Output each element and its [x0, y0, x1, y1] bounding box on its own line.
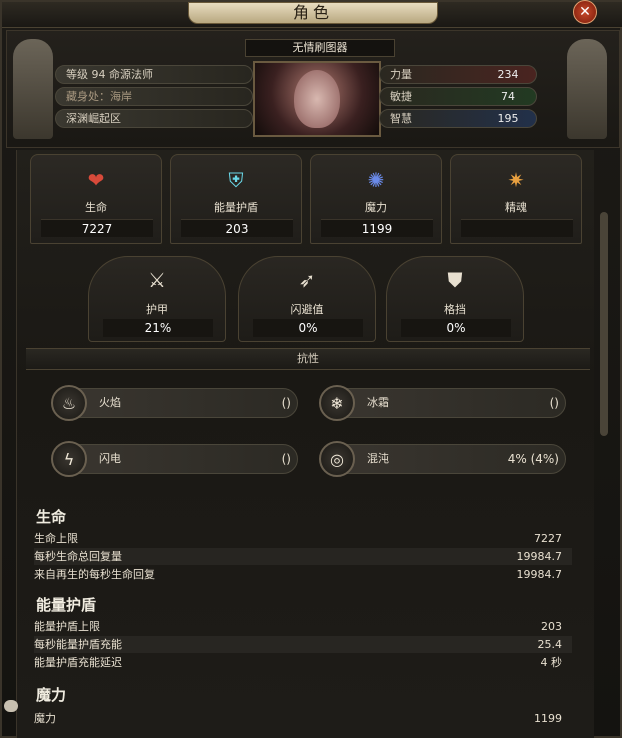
lightning-resistance-row[interactable]: ϟ 闪电 (): [51, 441, 298, 477]
detail-value: 19984.7: [516, 550, 563, 563]
detail-label: 能量护盾充能延迟: [34, 656, 122, 669]
detail-row: 能量护盾上限 203: [34, 618, 572, 635]
detail-row: 能量护盾充能延迟 4 秒: [34, 654, 572, 671]
heart-icon: ❤: [87, 168, 105, 192]
es-section-title: 能量护盾: [36, 596, 97, 614]
strength-value: 234: [497, 68, 519, 81]
detail-row: 生命上限 7227: [34, 530, 572, 547]
life-value: 7227: [41, 219, 153, 237]
block-label: 格挡: [444, 303, 466, 316]
detail-label: 魔力: [34, 712, 56, 725]
mana-card[interactable]: ✺ 魔力 1199: [310, 154, 442, 244]
character-name: 无情刷图器: [245, 39, 395, 57]
cold-resistance-label: 冰霜: [367, 396, 389, 409]
spirit-icon: ✷: [507, 168, 525, 192]
detail-value: 203: [541, 620, 562, 633]
dexterity-row: 敏捷 74: [379, 87, 537, 106]
window-title: 角色: [292, 3, 333, 22]
close-icon: ✕: [579, 4, 591, 20]
block-card[interactable]: ⛊ 格挡 0%: [386, 256, 524, 342]
chaos-icon: ◎: [319, 441, 355, 477]
energy-shield-label: 能量护盾: [214, 201, 258, 214]
evasion-label: 闪避值: [290, 303, 324, 316]
intelligence-row: 智慧 195: [379, 109, 537, 128]
mana-label: 魔力: [365, 201, 387, 214]
scrollbar[interactable]: [600, 212, 608, 436]
lightning-resistance-value: (): [281, 452, 291, 466]
mana-section-title: 魔力: [36, 686, 67, 704]
intelligence-label: 智慧: [390, 112, 412, 125]
life-card[interactable]: ❤ 生命 7227: [30, 154, 162, 244]
spirit-card[interactable]: ✷ 精魂: [450, 154, 582, 244]
fire-resistance-value: (): [281, 396, 291, 410]
shield-icon: ⛨: [228, 168, 244, 192]
detail-row: 每秒生命总回复量 19984.7: [34, 548, 572, 565]
detail-row: 魔力 1199: [34, 710, 572, 727]
block-icon: ⛊: [447, 268, 463, 292]
cold-resistance-row[interactable]: ❄ 冰霜 (): [319, 385, 566, 421]
mana-value: 1199: [321, 219, 433, 237]
energy-shield-card[interactable]: ⛨ 能量护盾 203: [170, 154, 302, 244]
detail-label: 每秒能量护盾充能: [34, 638, 122, 651]
league-row: 深渊崛起区: [55, 109, 253, 128]
strength-row: 力量 234: [379, 65, 537, 84]
armour-value: 21%: [103, 319, 213, 337]
chaos-resistance-label: 混沌: [367, 452, 389, 465]
lightning-icon: ϟ: [51, 441, 87, 477]
lightning-resistance-label: 闪电: [99, 452, 121, 465]
dexterity-label: 敏捷: [390, 90, 412, 103]
detail-label: 每秒生命总回复量: [34, 550, 122, 563]
evasion-icon: ➶: [298, 268, 316, 292]
armour-card[interactable]: ⚔ 护甲 21%: [88, 256, 226, 342]
chat-icon[interactable]: [4, 700, 18, 712]
life-label: 生命: [85, 201, 107, 214]
armour-icon: ⚔: [148, 268, 166, 292]
fire-resistance-row[interactable]: ♨ 火焰 (): [51, 385, 298, 421]
title-plate: 角色: [188, 2, 438, 24]
detail-label: 生命上限: [34, 532, 78, 545]
chaos-resistance-value: 4% (4%): [507, 452, 559, 466]
character-window: 角色 ✕ 无情刷图器 等级 94 命源法师 藏身处：海岸 深渊崛起区 力量 23…: [0, 0, 622, 738]
left-statue-decoration: [13, 39, 53, 139]
armour-label: 护甲: [146, 303, 168, 316]
block-value: 0%: [401, 319, 511, 337]
spirit-value: [461, 219, 573, 237]
detail-row: 每秒能量护盾充能 25.4: [34, 636, 572, 653]
detail-value: 7227: [534, 532, 562, 545]
mana-icon: ✺: [367, 168, 385, 192]
character-portrait: [253, 61, 381, 137]
chaos-resistance-row[interactable]: ◎ 混沌 4% (4%): [319, 441, 566, 477]
fire-icon: ♨: [51, 385, 87, 421]
cold-resistance-value: (): [549, 396, 559, 410]
evasion-card[interactable]: ➶ 闪避值 0%: [238, 256, 376, 342]
frost-icon: ❄: [319, 385, 355, 421]
dexterity-value: 74: [501, 90, 515, 103]
detail-value: 4 秒: [540, 656, 563, 669]
stat-details: 生命 生命上限 7227 每秒生命总回复量 19984.7 来自再生的每秒生命回…: [28, 498, 580, 738]
detail-label: 能量护盾上限: [34, 620, 100, 633]
energy-shield-value: 203: [181, 219, 293, 237]
detail-value: 25.4: [537, 638, 563, 651]
evasion-value: 0%: [253, 319, 363, 337]
intelligence-value: 195: [497, 112, 519, 125]
resistances-header: 抗性: [26, 348, 590, 370]
life-section-title: 生命: [36, 508, 67, 526]
detail-row: 来自再生的每秒生命回复 19984.7: [34, 566, 572, 583]
fire-resistance-label: 火焰: [99, 396, 121, 409]
detail-value: 19984.7: [516, 568, 563, 581]
level-class-row: 等级 94 命源法师: [55, 65, 253, 84]
right-statue-decoration: [567, 39, 607, 139]
hideout-row[interactable]: 藏身处：海岸: [55, 87, 253, 106]
detail-label: 来自再生的每秒生命回复: [34, 568, 155, 581]
character-header: 无情刷图器 等级 94 命源法师 藏身处：海岸 深渊崛起区 力量 234 敏捷 …: [6, 30, 620, 148]
spirit-label: 精魂: [505, 201, 527, 214]
title-bar: 角色 ✕: [2, 0, 622, 28]
close-button[interactable]: ✕: [573, 0, 597, 24]
strength-label: 力量: [390, 68, 412, 81]
detail-value: 1199: [534, 712, 562, 725]
